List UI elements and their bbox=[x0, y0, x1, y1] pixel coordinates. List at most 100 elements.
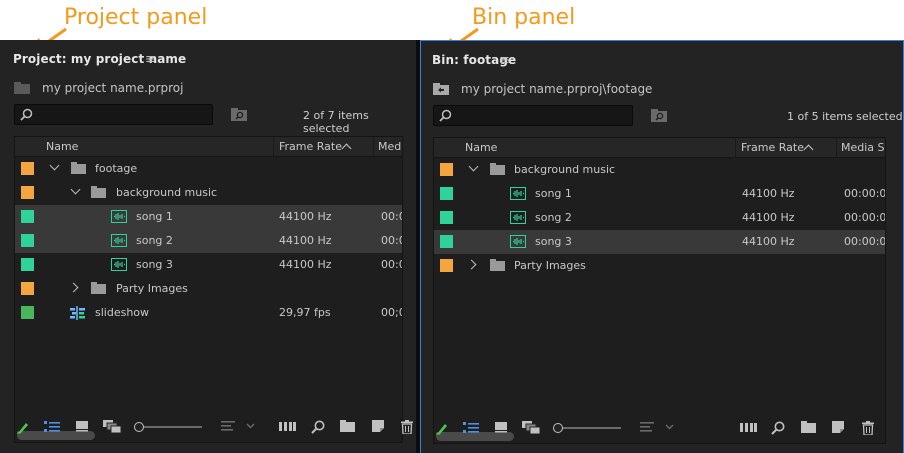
label-color[interactable] bbox=[434, 230, 458, 254]
item-media-start: 00:0 bbox=[381, 234, 402, 247]
audio-clip-icon bbox=[510, 187, 526, 200]
column-header: Name Frame Rate Media bbox=[15, 137, 402, 157]
new-bin-icon[interactable] bbox=[340, 420, 355, 432]
chevron-down-icon[interactable] bbox=[70, 184, 81, 195]
project-panel-annotation: Project panel bbox=[64, 5, 208, 30]
column-media-header[interactable]: Media bbox=[378, 140, 402, 153]
project-panel: Project: my project name ≡ my project na… bbox=[0, 40, 416, 453]
audio-clip-icon bbox=[111, 234, 127, 247]
chevron-down-icon[interactable] bbox=[665, 421, 674, 433]
clear-icon[interactable] bbox=[862, 421, 874, 435]
find-icon[interactable] bbox=[311, 420, 325, 434]
project-search-input[interactable] bbox=[14, 104, 213, 125]
project-path: my project name.prproj bbox=[42, 81, 184, 95]
list-item[interactable]: song 3 44100 Hz 00:00:00 bbox=[434, 230, 885, 254]
item-frame-rate: 44100 Hz bbox=[279, 234, 332, 247]
item-media-start: 00:00:00 bbox=[844, 211, 886, 224]
label-color[interactable] bbox=[15, 253, 39, 277]
search-icon bbox=[20, 108, 33, 121]
item-media-start: 00:00:00 bbox=[844, 187, 886, 200]
chevron-right-icon[interactable] bbox=[466, 259, 477, 270]
automate-to-sequence-icon[interactable] bbox=[740, 421, 757, 433]
project-path-row: my project name.prproj bbox=[14, 80, 183, 96]
label-color[interactable] bbox=[15, 301, 39, 325]
zoom-slider[interactable] bbox=[134, 421, 202, 433]
item-name: song 2 bbox=[136, 234, 173, 247]
find-in-project-icon[interactable] bbox=[231, 108, 247, 121]
item-name: song 2 bbox=[535, 211, 572, 224]
zoom-slider[interactable] bbox=[553, 422, 621, 434]
find-in-project-icon[interactable] bbox=[651, 109, 667, 122]
bin-panel-annotation: Bin panel bbox=[472, 5, 576, 30]
chevron-down-icon[interactable] bbox=[468, 161, 479, 172]
label-color[interactable] bbox=[434, 182, 458, 206]
list-item[interactable]: song 3 44100 Hz 00:0 bbox=[15, 253, 402, 277]
item-media-start: 00:0 bbox=[381, 258, 402, 271]
list-item[interactable]: background music bbox=[15, 181, 402, 205]
item-frame-rate: 44100 Hz bbox=[742, 187, 795, 200]
folder-up-icon[interactable] bbox=[433, 83, 449, 95]
label-color[interactable] bbox=[434, 206, 458, 230]
sequence-icon bbox=[70, 306, 85, 320]
clear-icon[interactable] bbox=[401, 420, 413, 434]
icon-view-icon[interactable] bbox=[495, 421, 507, 433]
column-frame-rate-header[interactable]: Frame Rate bbox=[741, 141, 804, 154]
item-media-start: 00:0 bbox=[381, 210, 402, 223]
find-icon[interactable] bbox=[771, 421, 785, 435]
search-icon bbox=[439, 109, 452, 122]
chevron-right-icon[interactable] bbox=[68, 282, 79, 293]
list-item[interactable]: song 2 44100 Hz 00:0 bbox=[15, 229, 402, 253]
audio-clip-icon bbox=[111, 210, 127, 223]
sort-ascending-icon[interactable] bbox=[341, 143, 352, 154]
bin-panel: Bin: footage ≡ my project name.prproj\fo… bbox=[420, 40, 904, 453]
item-name: Party Images bbox=[514, 259, 586, 272]
label-color[interactable] bbox=[15, 181, 39, 205]
label-color[interactable] bbox=[15, 205, 39, 229]
item-frame-rate: 44100 Hz bbox=[742, 235, 795, 248]
chevron-down-icon[interactable] bbox=[49, 160, 60, 171]
bin-folder-icon bbox=[91, 186, 106, 198]
freeform-view-icon[interactable] bbox=[522, 421, 540, 434]
list-item[interactable]: Party Images bbox=[434, 254, 885, 278]
list-item[interactable]: footage bbox=[15, 157, 402, 181]
list-view-icon[interactable] bbox=[463, 421, 479, 434]
item-name: background music bbox=[116, 186, 218, 199]
list-view-icon[interactable] bbox=[44, 420, 60, 433]
panel-menu-icon[interactable]: ≡ bbox=[145, 52, 156, 67]
column-name-header[interactable]: Name bbox=[465, 141, 497, 154]
icon-view-icon[interactable] bbox=[76, 420, 88, 432]
item-name: song 1 bbox=[535, 187, 572, 200]
sort-ascending-icon[interactable] bbox=[803, 144, 814, 155]
label-color[interactable] bbox=[15, 229, 39, 253]
chevron-down-icon[interactable] bbox=[246, 420, 255, 432]
folder-up-icon bbox=[14, 82, 30, 94]
column-name-header[interactable]: Name bbox=[46, 140, 78, 153]
bin-path: my project name.prproj\footage bbox=[461, 82, 653, 96]
column-media-header[interactable]: Media Sta bbox=[841, 141, 885, 154]
new-item-icon[interactable] bbox=[832, 421, 844, 433]
label-color[interactable] bbox=[434, 158, 458, 182]
list-item[interactable]: song 1 44100 Hz 00:0 bbox=[15, 205, 402, 229]
sort-icon[interactable] bbox=[221, 420, 235, 432]
list-item[interactable]: slideshow 29,97 fps 00;0 bbox=[15, 301, 402, 325]
new-item-icon[interactable] bbox=[372, 420, 384, 432]
list-item[interactable]: song 2 44100 Hz 00:00:00 bbox=[434, 206, 885, 230]
label-color[interactable] bbox=[434, 254, 458, 278]
automate-to-sequence-icon[interactable] bbox=[279, 420, 296, 432]
freeform-view-icon[interactable] bbox=[103, 420, 121, 433]
pencil-icon[interactable] bbox=[435, 421, 448, 436]
sort-icon[interactable] bbox=[640, 421, 654, 433]
panel-menu-icon[interactable]: ≡ bbox=[499, 53, 510, 68]
item-name: song 3 bbox=[535, 235, 572, 248]
bin-selection-count: 1 of 5 items selected bbox=[787, 110, 903, 123]
list-item[interactable]: background music bbox=[434, 158, 885, 182]
bin-search-input[interactable] bbox=[433, 105, 633, 126]
project-panel-title[interactable]: Project: my project name bbox=[13, 52, 186, 66]
list-item[interactable]: Party Images bbox=[15, 277, 402, 301]
column-frame-rate-header[interactable]: Frame Rate bbox=[279, 140, 342, 153]
list-item[interactable]: song 1 44100 Hz 00:00:00 bbox=[434, 182, 885, 206]
label-color[interactable] bbox=[15, 157, 39, 181]
pencil-icon[interactable] bbox=[16, 420, 29, 435]
new-bin-icon[interactable] bbox=[801, 421, 816, 433]
label-color[interactable] bbox=[15, 277, 39, 301]
